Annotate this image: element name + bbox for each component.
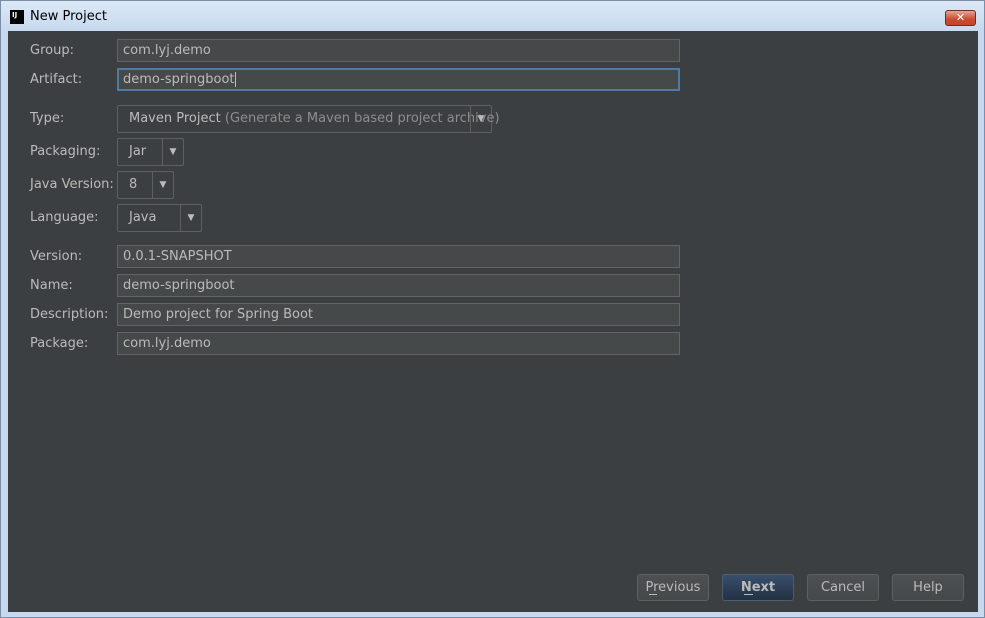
new-project-dialog: IJ New Project ✕ Group: com.lyj.demo Art… (0, 0, 985, 618)
cancel-button-label: Cancel (820, 580, 866, 595)
previous-button[interactable]: Previous (637, 574, 709, 601)
language-label: Language: (30, 210, 99, 225)
packaging-label: Packaging: (30, 144, 101, 159)
package-field[interactable]: com.lyj.demo (117, 332, 680, 355)
next-mnemonic-underline (744, 594, 753, 595)
dropdown-arrow-icon[interactable]: ▼ (152, 172, 173, 198)
packaging-dropdown[interactable]: Jar ▼ (117, 138, 184, 166)
version-field[interactable]: 0.0.1-SNAPSHOT (117, 245, 680, 268)
description-label: Description: (30, 307, 109, 322)
dialog-content: Group: com.lyj.demo Artifact: demo-sprin… (8, 31, 978, 612)
close-icon: ✕ (955, 11, 966, 24)
java-version-dropdown[interactable]: 8 ▼ (117, 171, 174, 199)
type-value: Maven Project (129, 111, 221, 126)
name-field[interactable]: demo-springboot (117, 274, 680, 297)
previous-mnemonic-underline (649, 594, 657, 595)
previous-button-label: Previous (645, 580, 701, 595)
language-value: Java (129, 210, 157, 225)
type-hint: (Generate a Maven based project archive) (224, 111, 500, 126)
title-bar[interactable]: IJ New Project ✕ (1, 1, 984, 31)
group-field[interactable]: com.lyj.demo (117, 39, 680, 62)
version-label: Version: (30, 249, 83, 264)
artifact-field[interactable]: demo-springboot (117, 68, 680, 91)
next-button[interactable]: Next (722, 574, 794, 601)
artifact-label: Artifact: (30, 72, 83, 87)
name-label: Name: (30, 278, 73, 293)
type-dropdown[interactable]: Maven Project (Generate a Maven based pr… (117, 105, 500, 133)
dropdown-arrow-icon[interactable]: ▼ (470, 106, 491, 132)
next-button-label: Next (740, 580, 776, 595)
java-version-value: 8 (129, 177, 138, 192)
group-label: Group: (30, 43, 74, 58)
cancel-button[interactable]: Cancel (807, 574, 879, 601)
help-button[interactable]: Help (892, 574, 964, 601)
dropdown-arrow-icon[interactable]: ▼ (180, 205, 201, 231)
language-dropdown[interactable]: Java ▼ (117, 204, 202, 232)
artifact-value: demo-springboot (123, 72, 235, 87)
type-label: Type: (30, 111, 65, 126)
close-button[interactable]: ✕ (945, 10, 976, 26)
java-version-label: Java Version: (30, 177, 114, 192)
package-label: Package: (30, 336, 89, 351)
help-button-label: Help (913, 580, 943, 595)
text-caret (234, 72, 236, 87)
intellij-app-icon: IJ (10, 10, 24, 24)
window-title: New Project (30, 9, 107, 24)
dropdown-arrow-icon[interactable]: ▼ (162, 139, 183, 165)
description-field[interactable]: Demo project for Spring Boot (117, 303, 680, 326)
packaging-value: Jar (129, 144, 147, 159)
